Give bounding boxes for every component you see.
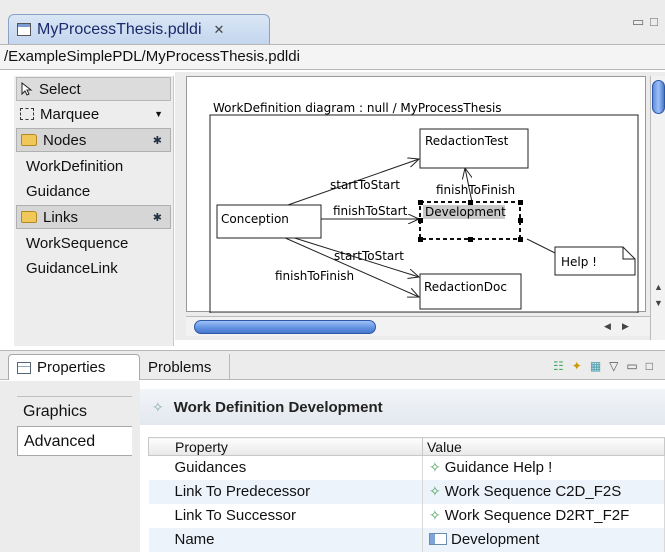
properties-panel: ✧ Work Definition Development Property V… [140, 381, 665, 552]
tab-properties[interactable]: Properties [8, 354, 140, 380]
pointer-icon [21, 82, 33, 96]
table-row[interactable]: Guidances ✧ Guidance Help ! [148, 455, 665, 480]
table-row[interactable]: Link To Predecessor ✧ Work Sequence C2D_F… [148, 479, 665, 504]
guidance-link[interactable] [526, 238, 560, 256]
pin-icon[interactable]: ✱ [153, 134, 162, 147]
guidance-note-label: Help ! [561, 255, 597, 269]
properties-tabbar: Properties Problems ☷ ✦ ▦ ▽ ▭ □ [0, 350, 665, 380]
tab-advanced[interactable]: Advanced [17, 426, 132, 456]
palette: Select Marquee ▼ Nodes ✱ WorkDefinition … [14, 76, 174, 346]
diagram-canvas[interactable]: WorkDefinition diagram : null / MyProces… [186, 76, 646, 314]
maximize-icon[interactable]: □ [646, 359, 653, 373]
property-value-text: Work Sequence C2D_F2S [444, 483, 622, 500]
property-value[interactable]: Development [422, 527, 665, 552]
scroll-left-icon[interactable]: ◀ [604, 321, 611, 332]
tab-problems[interactable]: Problems [140, 354, 230, 380]
worksequence-icon: ✧ [429, 483, 441, 499]
minimize-icon[interactable]: ▭ [632, 14, 644, 30]
marquee-icon [20, 108, 34, 120]
tree-icon[interactable]: ☷ [553, 359, 564, 373]
workdefinition-icon: ✧ [152, 398, 164, 415]
palette-item-workdefinition[interactable]: WorkDefinition [14, 154, 173, 178]
property-name: Name [148, 527, 423, 552]
palette-item-guidancelink[interactable]: GuidanceLink [14, 256, 173, 280]
pin-icon[interactable]: ✱ [153, 211, 162, 224]
diagram-file-icon [17, 23, 31, 36]
view-toolbar: ☷ ✦ ▦ ▽ ▭ □ [553, 359, 653, 373]
marquee-tool[interactable]: Marquee ▼ [16, 102, 171, 126]
node-redactiondoc-label: RedactionDoc [424, 280, 507, 294]
scroll-right-icon[interactable]: ▶ [622, 321, 629, 332]
tab-problems-label: Problems [148, 358, 212, 376]
property-value-text: Guidance Help ! [444, 459, 553, 477]
property-section-tabs: Graphics Advanced [0, 381, 140, 552]
tab-properties-label: Properties [37, 359, 106, 376]
property-value-text: Development [451, 531, 540, 548]
maximize-icon[interactable]: □ [650, 14, 658, 29]
edge-label-start-to-start: startToStart [334, 249, 404, 263]
select-tool[interactable]: Select [16, 77, 171, 101]
palette-item-guidance[interactable]: Guidance [14, 179, 173, 203]
links-drawer[interactable]: Links ✱ [16, 205, 171, 229]
property-value-text: Work Sequence D2RT_F2F [444, 507, 630, 524]
worksequence-icon: ✧ [429, 507, 441, 523]
properties-header: ✧ Work Definition Development [140, 389, 665, 425]
property-name: Link To Successor [148, 503, 423, 528]
editor-tab-title: MyProcessThesis.pdldi [37, 20, 202, 38]
diagram-svg: WorkDefinition diagram : null / MyProces… [209, 101, 639, 314]
chevron-down-icon[interactable]: ▼ [154, 109, 163, 119]
edge-label-finish-to-finish: finishToFinish [436, 183, 515, 197]
view-menu-icon[interactable]: ▽ [609, 359, 618, 373]
nodes-drawer-label: Nodes [43, 131, 87, 149]
edge-conception-redactiondoc-finish[interactable] [282, 236, 419, 297]
scroll-thumb[interactable] [194, 320, 376, 334]
text-field-icon [429, 533, 447, 545]
filter-icon[interactable]: ✦ [572, 359, 582, 373]
editor-tab[interactable]: MyProcessThesis.pdldi ✕ [8, 14, 270, 44]
property-value[interactable]: ✧ Guidance Help ! [422, 455, 665, 480]
select-tool-label: Select [39, 80, 81, 98]
column-header-value[interactable]: Value [422, 437, 665, 456]
editor-tabbar: MyProcessThesis.pdldi ✕ ▭ □ [0, 0, 665, 44]
folder-icon [21, 211, 37, 223]
table-row[interactable]: Link To Successor ✧ Work Sequence D2RT_F2… [148, 503, 665, 528]
edge-label-finish-to-start: finishToStart [333, 204, 408, 218]
links-drawer-label: Links [43, 208, 79, 226]
palette-item-worksequence[interactable]: WorkSequence [14, 231, 173, 255]
properties-title: Work Definition Development [173, 398, 383, 416]
scroll-down-icon[interactable]: ▼ [654, 298, 663, 308]
table-row[interactable]: Name Development [148, 527, 665, 552]
edge-label-finish-to-finish: finishToFinish [275, 269, 354, 283]
property-name: Guidances [148, 455, 423, 480]
folder-icon [21, 134, 37, 146]
diagram-editor: WorkDefinition diagram : null / MyProces… [175, 72, 665, 340]
node-conception-label: Conception [221, 212, 289, 226]
property-value[interactable]: ✧ Work Sequence D2RT_F2F [422, 503, 665, 528]
restore-icon[interactable]: ▦ [590, 359, 601, 373]
file-path: /ExampleSimplePDL/MyProcessThesis.pdldi [0, 44, 665, 70]
close-icon[interactable]: ✕ [214, 22, 225, 38]
column-header-property[interactable]: Property [148, 437, 423, 456]
properties-table: Property Value Guidances ✧ Guidance Help … [148, 437, 665, 552]
property-value[interactable]: ✧ Work Sequence C2D_F2S [422, 479, 665, 504]
edge-label-start-to-start: startToStart [330, 178, 400, 192]
vertical-scrollbar[interactable]: ▲ ▼ [650, 76, 665, 340]
horizontal-scrollbar[interactable]: ◀ ▶ [186, 316, 650, 336]
node-redactiontest-label: RedactionTest [425, 134, 509, 148]
scroll-up-icon[interactable]: ▲ [654, 282, 663, 292]
tab-graphics[interactable]: Graphics [17, 396, 132, 426]
nodes-drawer[interactable]: Nodes ✱ [16, 128, 171, 152]
scroll-thumb[interactable] [652, 80, 665, 114]
marquee-tool-label: Marquee [40, 105, 100, 123]
property-name: Link To Predecessor [148, 479, 423, 504]
minimize-icon[interactable]: ▭ [626, 359, 637, 373]
properties-icon [17, 361, 31, 374]
diagram-title: WorkDefinition diagram : null / MyProces… [213, 101, 502, 115]
guidance-icon: ✧ [429, 459, 441, 476]
node-development-label: Development [425, 205, 506, 219]
